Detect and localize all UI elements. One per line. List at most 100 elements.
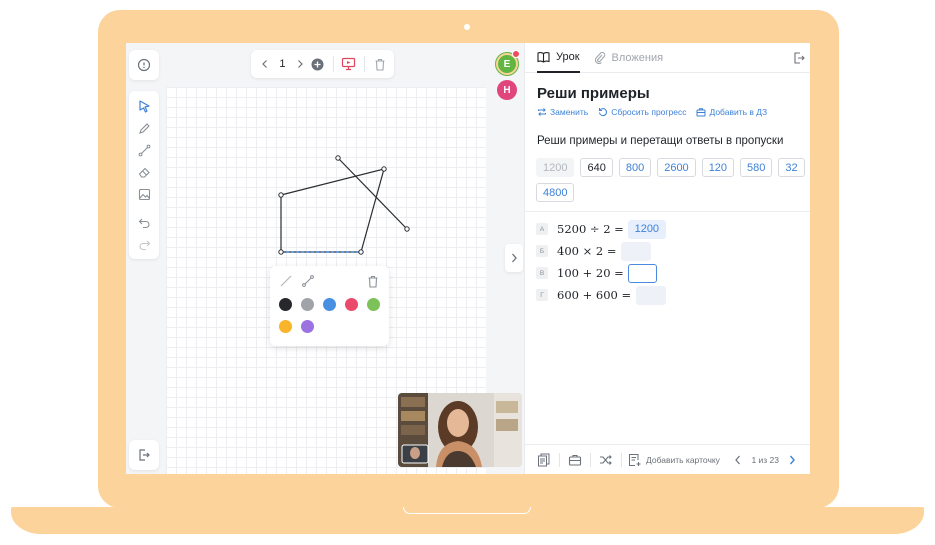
color-swatch[interactable] <box>279 298 292 311</box>
tab-attachments[interactable]: Вложения <box>594 43 664 73</box>
color-swatch[interactable] <box>279 320 292 333</box>
trash-icon <box>368 275 378 288</box>
homework-button[interactable] <box>566 451 584 469</box>
answer-chip[interactable]: 580 <box>740 158 773 177</box>
answer-drop-zone[interactable] <box>627 263 657 283</box>
app-screen: 1 E Н Урок Вложения Реши примеры Заменит… <box>126 43 810 474</box>
pager-label: 1 из 23 <box>751 454 779 465</box>
homework-label: Добавить в ДЗ <box>709 107 768 117</box>
replace-label: Заменить <box>550 107 589 117</box>
exit-icon <box>139 449 150 461</box>
task-expression: 5200 ÷ 2 = <box>557 222 624 236</box>
point-line-style[interactable] <box>300 273 316 289</box>
task-row: Б 400 × 2 = <box>536 241 666 261</box>
answer-chip[interactable]: 1200 <box>536 158 575 177</box>
task-row: А 5200 ÷ 2 = 1200 <box>536 219 666 239</box>
next-card-button[interactable] <box>783 451 801 469</box>
video-tile[interactable] <box>398 393 522 467</box>
present-button[interactable] <box>341 54 357 74</box>
answer-drop-zone[interactable] <box>636 285 667 305</box>
replace-button[interactable]: Заменить <box>537 107 588 117</box>
plain-line-style[interactable] <box>278 273 294 289</box>
add-card-button[interactable]: Добавить карточку <box>628 453 720 467</box>
screen-share-icon <box>342 57 356 71</box>
cursor-arrow-icon <box>138 99 150 113</box>
page-number: 1 <box>279 58 286 70</box>
chat-icon <box>137 58 151 72</box>
answer-chip[interactable]: 800 <box>618 158 652 177</box>
prev-page-button[interactable] <box>257 54 273 74</box>
redo-button[interactable] <box>129 233 159 255</box>
reset-progress-button[interactable]: Сбросить прогресс <box>598 107 686 117</box>
task-letter: Г <box>536 289 548 301</box>
toggle-panel-button[interactable] <box>505 244 523 272</box>
shape-style-popover <box>270 266 389 346</box>
answer-chip[interactable]: 120 <box>701 158 735 177</box>
eraser-tool[interactable] <box>129 161 159 183</box>
color-swatch[interactable] <box>301 298 314 311</box>
tab-lesson[interactable]: Урок <box>537 43 580 73</box>
prev-card-button[interactable] <box>729 451 747 469</box>
reset-label: Сбросить прогресс <box>611 107 687 117</box>
answer-chips: 1200 640 800 2600 120 580 32 4800 <box>536 158 808 202</box>
delete-shape-button[interactable] <box>365 273 381 289</box>
task-row: В 100 + 20 = <box>536 263 666 283</box>
image-tool[interactable] <box>129 183 159 205</box>
add-page-button[interactable] <box>310 54 326 74</box>
drawn-line <box>337 157 408 230</box>
tab-label: Вложения <box>611 51 664 64</box>
add-homework-button[interactable]: Добавить в ДЗ <box>696 107 767 117</box>
line-icon <box>138 144 150 156</box>
card-pager: 1 из 23 <box>729 451 801 469</box>
separator <box>333 56 334 72</box>
exit-icon <box>794 52 805 64</box>
briefcase-icon <box>696 108 706 117</box>
close-panel-button[interactable] <box>792 51 806 65</box>
task-letter: Б <box>536 245 548 257</box>
chevron-right-icon <box>512 253 517 263</box>
line-icon <box>280 275 292 287</box>
tab-label: Урок <box>556 50 580 63</box>
task-list: А 5200 ÷ 2 = 1200 Б 400 × 2 = В 100 + 20 = Г 600… <box>536 219 667 307</box>
next-page-button[interactable] <box>292 54 308 74</box>
lesson-tabs: Урок Вложения <box>525 43 810 73</box>
task-row: Г 600 + 600 = <box>536 285 667 305</box>
pen-tool[interactable] <box>129 117 159 139</box>
notification-badge <box>512 50 520 58</box>
exit-board-button[interactable] <box>129 440 159 470</box>
answer-chip[interactable]: 32 <box>778 158 805 177</box>
drawn-polygon <box>280 168 385 253</box>
select-tool[interactable] <box>129 95 159 117</box>
chevron-right-icon <box>297 60 303 68</box>
chevron-right-icon <box>789 455 795 464</box>
chat-button[interactable] <box>129 50 159 80</box>
undo-button[interactable] <box>129 211 159 233</box>
divider <box>525 211 810 212</box>
answer-chip[interactable]: 4800 <box>536 183 575 202</box>
participant-avatar[interactable]: Н <box>497 80 517 100</box>
color-swatch[interactable] <box>301 320 314 333</box>
lesson-panel: Урок Вложения Реши примеры Заменить Сбро… <box>524 43 810 474</box>
color-swatch[interactable] <box>345 298 358 311</box>
laptop-notch <box>403 507 531 514</box>
answer-drop-zone[interactable]: 1200 <box>627 219 666 239</box>
undo-icon <box>138 218 149 228</box>
answer-chip[interactable]: 2600 <box>657 158 696 177</box>
eraser-icon <box>138 167 150 178</box>
delete-page-button[interactable] <box>372 54 388 74</box>
answer-drop-zone[interactable] <box>620 241 651 261</box>
answer-chip[interactable]: 640 <box>580 158 613 177</box>
cards-button[interactable] <box>535 451 553 469</box>
reset-icon <box>599 108 608 117</box>
line-tool[interactable] <box>129 139 159 161</box>
shuffle-icon <box>600 454 612 465</box>
shuffle-button[interactable] <box>597 451 615 469</box>
redo-icon <box>139 240 150 250</box>
color-swatch[interactable] <box>367 298 380 311</box>
segment-icon <box>302 275 314 287</box>
lesson-actions: Заменить Сбросить прогресс Добавить в ДЗ <box>537 107 767 117</box>
trash-icon <box>375 58 385 71</box>
color-swatch[interactable] <box>323 298 336 311</box>
add-card-label: Добавить карточку <box>646 454 720 465</box>
webcam-feed <box>398 393 522 467</box>
